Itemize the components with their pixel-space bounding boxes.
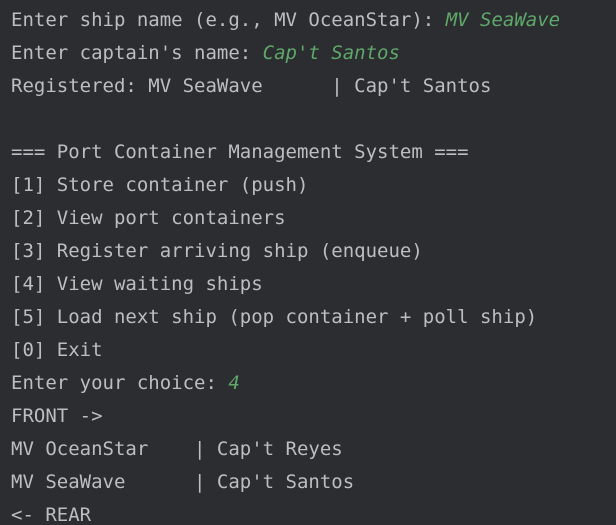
console-text: [0] Exit: [11, 339, 103, 361]
queue-entry-line: MV SeaWave | Cap't Santos: [11, 466, 616, 499]
console-output[interactable]: Enter ship name (e.g., MV OceanStar): MV…: [0, 0, 616, 525]
menu-option-4-line: [4] View waiting ships: [11, 268, 616, 301]
console-text: Enter ship name (e.g., MV OceanStar):: [11, 9, 446, 31]
choice-prompt-line: Enter your choice: 4: [11, 367, 616, 400]
queue-front-line: FRONT ->: [11, 400, 616, 433]
user-input: 4: [228, 372, 240, 394]
console-text: <- REAR: [11, 504, 92, 525]
console-text: [3] Register arriving ship (enqueue): [11, 240, 423, 262]
user-input: Cap't Santos: [262, 42, 400, 64]
queue-entry-line: MV OceanStar | Cap't Reyes: [11, 433, 616, 466]
queue-rear-line: <- REAR: [11, 499, 616, 525]
menu-option-5-line: [5] Load next ship (pop container + poll…: [11, 301, 616, 334]
console-text: MV SeaWave | Cap't Santos: [11, 471, 355, 493]
console-text: [5] Load next ship (pop container + poll…: [11, 306, 538, 328]
registered-confirmation-line: Registered: MV SeaWave | Cap't Santos: [11, 70, 616, 103]
console-text: Enter captain's name:: [11, 42, 263, 64]
menu-option-0-line: [0] Exit: [11, 334, 616, 367]
menu-option-2-line: [2] View port containers: [11, 202, 616, 235]
console-text: [2] View port containers: [11, 207, 286, 229]
menu-option-3-line: [3] Register arriving ship (enqueue): [11, 235, 616, 268]
console-text: Registered: MV SeaWave | Cap't Santos: [11, 75, 492, 97]
menu-title-line: === Port Container Management System ===: [11, 136, 616, 169]
user-input: MV SeaWave: [445, 9, 561, 31]
console-text: === Port Container Management System ===: [11, 141, 469, 163]
console-text: [1] Store container (push): [11, 174, 309, 196]
console-text: Enter your choice:: [11, 372, 229, 394]
console-text: [4] View waiting ships: [11, 273, 263, 295]
console-text: FRONT ->: [11, 405, 103, 427]
menu-option-1-line: [1] Store container (push): [11, 169, 616, 202]
ship-name-prompt-line: Enter ship name (e.g., MV OceanStar): MV…: [11, 4, 616, 37]
captain-name-prompt-line: Enter captain's name: Cap't Santos: [11, 37, 616, 70]
console-text: MV OceanStar | Cap't Reyes: [11, 438, 343, 460]
